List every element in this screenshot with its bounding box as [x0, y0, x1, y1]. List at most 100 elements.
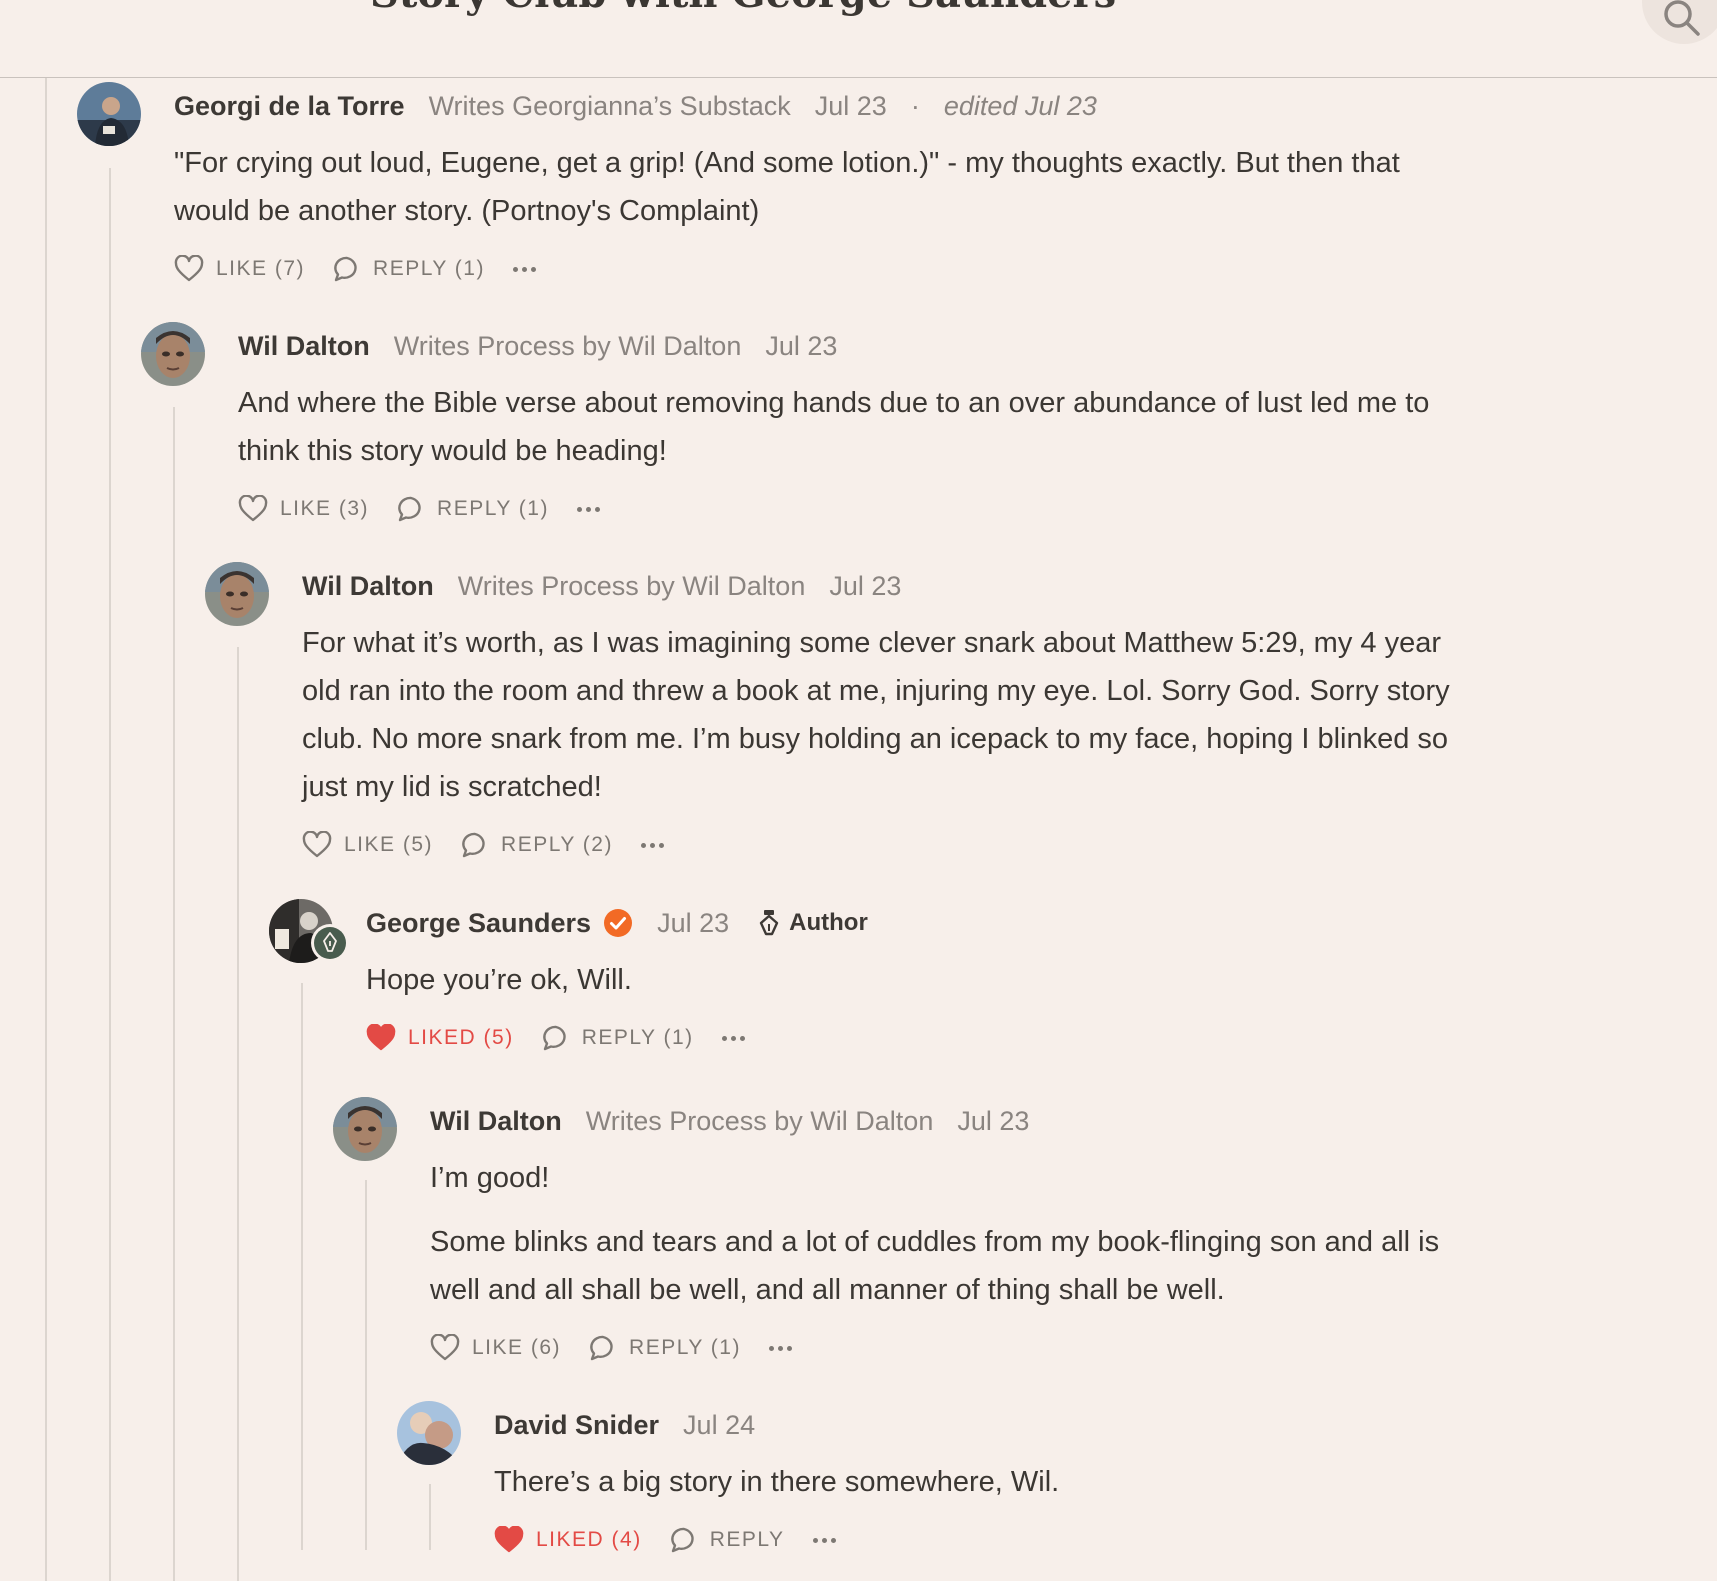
more-options-button[interactable] — [576, 506, 600, 512]
comment-actions: LIKE (7) REPLY (1) — [174, 255, 1464, 283]
like-label: LIKE (6) — [472, 1336, 562, 1359]
reply-label: REPLY (1) — [629, 1336, 741, 1359]
reply-button[interactable]: REPLY (1) — [589, 1334, 741, 1362]
reply-label: REPLY (1) — [581, 1026, 694, 1049]
comment-date[interactable]: Jul 23 — [829, 571, 901, 602]
commenter-publication[interactable]: Writes Process by Wil Dalton — [586, 1106, 934, 1137]
comment-body: I’m good! Some blinks and tears and a lo… — [430, 1154, 1478, 1314]
more-options-button[interactable] — [768, 1345, 792, 1351]
avatar[interactable] — [141, 322, 205, 386]
heart-outline-icon — [238, 495, 268, 522]
comment-body: And where the Bible verse about removing… — [238, 379, 1478, 475]
comment: David Snider Jul 24 There’s a big story … — [397, 1401, 1478, 1554]
heart-filled-icon — [366, 1024, 396, 1051]
ellipsis-icon — [812, 1537, 818, 1543]
verified-check-icon — [604, 909, 633, 937]
ellipsis-icon — [768, 1345, 774, 1351]
comment-meta: Wil Dalton Writes Process by Wil Dalton … — [430, 1105, 1478, 1137]
more-options-button[interactable] — [812, 1537, 836, 1543]
comment-text: And where the Bible verse about removing… — [238, 387, 1430, 467]
comment-body: Hope you’re ok, Will. — [366, 956, 1478, 1004]
comment-actions: LIKE (5) REPLY (2) — [302, 831, 1478, 859]
reply-label: REPLY (1) — [373, 257, 485, 280]
comment-actions: LIKED (5) REPLY (1) — [366, 1024, 1478, 1052]
comment-actions: LIKE (6) REPLY (1) — [430, 1334, 1478, 1362]
comment-text: Some blinks and tears and a lot of cuddl… — [430, 1226, 1440, 1306]
speech-bubble-icon — [334, 256, 357, 282]
comment: George Saunders Jul 23 Author Hope you’r… — [269, 899, 1478, 1052]
commenter-name[interactable]: Wil Dalton — [302, 571, 434, 602]
avatar[interactable] — [77, 82, 141, 146]
thread-line[interactable] — [365, 1180, 367, 1550]
heart-outline-icon — [430, 1334, 460, 1361]
like-label: LIKE (7) — [216, 257, 306, 280]
thread-line[interactable] — [301, 983, 303, 1550]
author-badge: Author — [759, 909, 868, 937]
thread-line[interactable] — [173, 407, 175, 1581]
liked-button[interactable]: LIKED (4) — [494, 1526, 642, 1554]
avatar[interactable] — [205, 562, 269, 626]
like-label: LIKE (3) — [280, 497, 370, 520]
comment-actions: LIKE (3) REPLY (1) — [238, 495, 1478, 523]
comment-text: I’m good! — [430, 1162, 550, 1194]
thread-line[interactable] — [45, 78, 47, 1581]
thread-line[interactable] — [237, 647, 239, 1581]
reply-label: REPLY (2) — [501, 833, 613, 856]
reply-button[interactable]: REPLY (1) — [333, 255, 485, 283]
speech-bubble-icon — [590, 1335, 613, 1361]
more-options-button[interactable] — [721, 1035, 745, 1041]
like-label: LIKED (5) — [408, 1026, 514, 1049]
comment: Georgi de la Torre Writes Georgianna’s S… — [77, 82, 1464, 283]
avatar[interactable] — [397, 1401, 461, 1465]
more-options-button[interactable] — [512, 266, 536, 272]
comment-date[interactable]: Jul 23 — [957, 1106, 1029, 1137]
reply-button[interactable]: REPLY (2) — [461, 831, 613, 859]
commenter-name[interactable]: Wil Dalton — [238, 331, 370, 362]
like-button[interactable]: LIKE (6) — [430, 1334, 561, 1362]
avatar[interactable] — [333, 1097, 397, 1161]
comment-meta: George Saunders Jul 23 Author — [366, 907, 1478, 939]
comment-date[interactable]: Jul 23 — [657, 908, 729, 939]
comment-body: For what it’s worth, as I was imagining … — [302, 619, 1478, 811]
commenter-publication[interactable]: Writes Process by Wil Dalton — [394, 331, 742, 362]
commenter-publication[interactable]: Writes Process by Wil Dalton — [458, 571, 806, 602]
commenter-name[interactable]: George Saunders — [366, 908, 591, 939]
like-button[interactable]: LIKE (3) — [238, 495, 369, 523]
thread-line[interactable] — [429, 1484, 431, 1550]
comment-date[interactable]: Jul 24 — [683, 1410, 755, 1441]
thread-line[interactable] — [109, 168, 111, 1581]
comment: Wil Dalton Writes Process by Wil Dalton … — [141, 322, 1478, 523]
like-label: LIKED (4) — [536, 1528, 642, 1551]
comment-body: There’s a big story in there somewhere, … — [494, 1458, 1478, 1506]
commenter-publication[interactable]: Writes Georgianna’s Substack — [429, 91, 791, 122]
reply-button[interactable]: REPLY — [670, 1526, 785, 1554]
publication-title[interactable]: Story Club with George Saunders — [370, 0, 1116, 17]
heart-outline-icon — [302, 831, 332, 858]
search-button[interactable] — [1642, 0, 1717, 44]
ellipsis-icon — [576, 506, 582, 512]
comment-text: For what it’s worth, as I was imagining … — [302, 627, 1450, 803]
comment: Wil Dalton Writes Process by Wil Dalton … — [205, 562, 1478, 859]
commenter-name[interactable]: Wil Dalton — [430, 1106, 562, 1137]
comment-text: "For crying out loud, Eugene, get a grip… — [174, 147, 1400, 227]
comment-actions: LIKED (4) REPLY — [494, 1526, 1478, 1554]
comment-meta: Georgi de la Torre Writes Georgianna’s S… — [174, 90, 1464, 122]
reply-button[interactable]: REPLY (1) — [542, 1024, 694, 1052]
comment-date[interactable]: Jul 23 — [815, 91, 887, 122]
comment-body: "For crying out loud, Eugene, get a grip… — [174, 139, 1464, 235]
commenter-name[interactable]: Georgi de la Torre — [174, 91, 405, 122]
search-icon — [1664, 0, 1700, 36]
commenter-name[interactable]: David Snider — [494, 1410, 659, 1441]
reply-button[interactable]: REPLY (1) — [397, 495, 549, 523]
comment: Wil Dalton Writes Process by Wil Dalton … — [333, 1097, 1478, 1362]
ellipsis-icon — [640, 842, 646, 848]
like-button[interactable]: LIKE (5) — [302, 831, 433, 859]
author-label: Author — [789, 909, 868, 936]
reply-label: REPLY (1) — [437, 497, 549, 520]
like-button[interactable]: LIKE (7) — [174, 255, 305, 283]
avatar[interactable] — [269, 899, 349, 963]
comment-date[interactable]: Jul 23 — [765, 331, 837, 362]
liked-button[interactable]: LIKED (5) — [366, 1024, 514, 1052]
edited-date: edited Jul 23 — [943, 90, 1097, 121]
more-options-button[interactable] — [640, 842, 664, 848]
